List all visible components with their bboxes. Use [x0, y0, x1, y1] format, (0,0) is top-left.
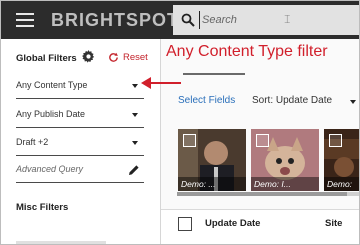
results-table-header: Update Date Site	[161, 209, 359, 244]
reset-icon	[109, 52, 118, 62]
result-thumbnail[interactable]: Demo: I...	[251, 129, 319, 191]
publish-date-filter-label: Any Publish Date	[16, 109, 86, 119]
global-filters-title: Global Filters	[16, 53, 77, 64]
search-bar[interactable]: 𝙸	[173, 5, 359, 35]
chevron-down-icon	[132, 113, 138, 117]
search-results-panel: Select Fields Sort: Update Date Demo: ..…	[161, 39, 359, 244]
thumbnail-caption: Demo:	[324, 177, 359, 191]
horizontal-scrollbar[interactable]	[177, 192, 359, 196]
search-input[interactable]	[199, 11, 289, 29]
column-header-site[interactable]: Site	[325, 218, 342, 229]
gear-icon[interactable]	[82, 50, 95, 63]
result-thumbnail[interactable]: Demo: ...	[178, 129, 246, 191]
app-window: BRIGHTSPOT 𝙸 Global Filters Reset Any Co…	[0, 0, 360, 245]
advanced-query-label: Advanced Query	[16, 164, 84, 174]
thumbnail-checkbox[interactable]	[256, 134, 269, 147]
select-all-checkbox[interactable]	[178, 217, 192, 231]
thumbnail-caption: Demo: ...	[178, 177, 246, 191]
content-type-filter-label: Any Content Type	[16, 80, 88, 90]
text-cursor-icon: 𝙸	[283, 12, 292, 26]
annotation-label: Any Content Type filter	[166, 43, 328, 60]
reset-button[interactable]: Reset	[108, 50, 148, 64]
publish-date-filter-dropdown[interactable]: Any Publish Date	[16, 106, 144, 128]
thumbnail-caption: Demo: I...	[251, 177, 319, 191]
global-filters-sidebar: Global Filters Reset Any Content Type An…	[1, 39, 161, 244]
status-filter-dropdown[interactable]: Draft +2	[16, 134, 144, 156]
chevron-down-icon[interactable]	[350, 100, 356, 104]
reset-label: Reset	[123, 51, 148, 63]
sidebar-bottom-divider	[16, 241, 106, 244]
hamburger-menu-icon[interactable]	[16, 13, 34, 27]
misc-filters-title: Misc Filters	[16, 202, 69, 213]
brightspot-logo: BRIGHTSPOT	[51, 10, 180, 30]
chevron-down-icon	[132, 141, 138, 145]
status-filter-label: Draft +2	[16, 137, 49, 147]
scrollbar-thumb[interactable]	[177, 192, 347, 196]
annotation-arrow-icon	[141, 77, 181, 89]
chevron-down-icon	[132, 84, 138, 88]
select-fields-link[interactable]: Select Fields	[178, 95, 235, 106]
result-thumbnail[interactable]: Demo:	[324, 129, 359, 191]
active-tab-indicator	[183, 73, 245, 75]
content-type-filter-dropdown[interactable]: Any Content Type	[16, 77, 144, 99]
column-header-update-date[interactable]: Update Date	[205, 218, 260, 229]
pencil-icon[interactable]	[128, 164, 140, 176]
advanced-query-field[interactable]: Advanced Query	[16, 161, 144, 183]
sort-dropdown[interactable]: Sort: Update Date	[252, 95, 332, 106]
thumbnail-checkbox[interactable]	[329, 134, 342, 147]
top-bar: BRIGHTSPOT 𝙸	[1, 1, 359, 39]
thumbnail-checkbox[interactable]	[183, 134, 196, 147]
results-toolbar: Select Fields Sort: Update Date	[161, 91, 359, 113]
search-icon	[181, 13, 195, 27]
